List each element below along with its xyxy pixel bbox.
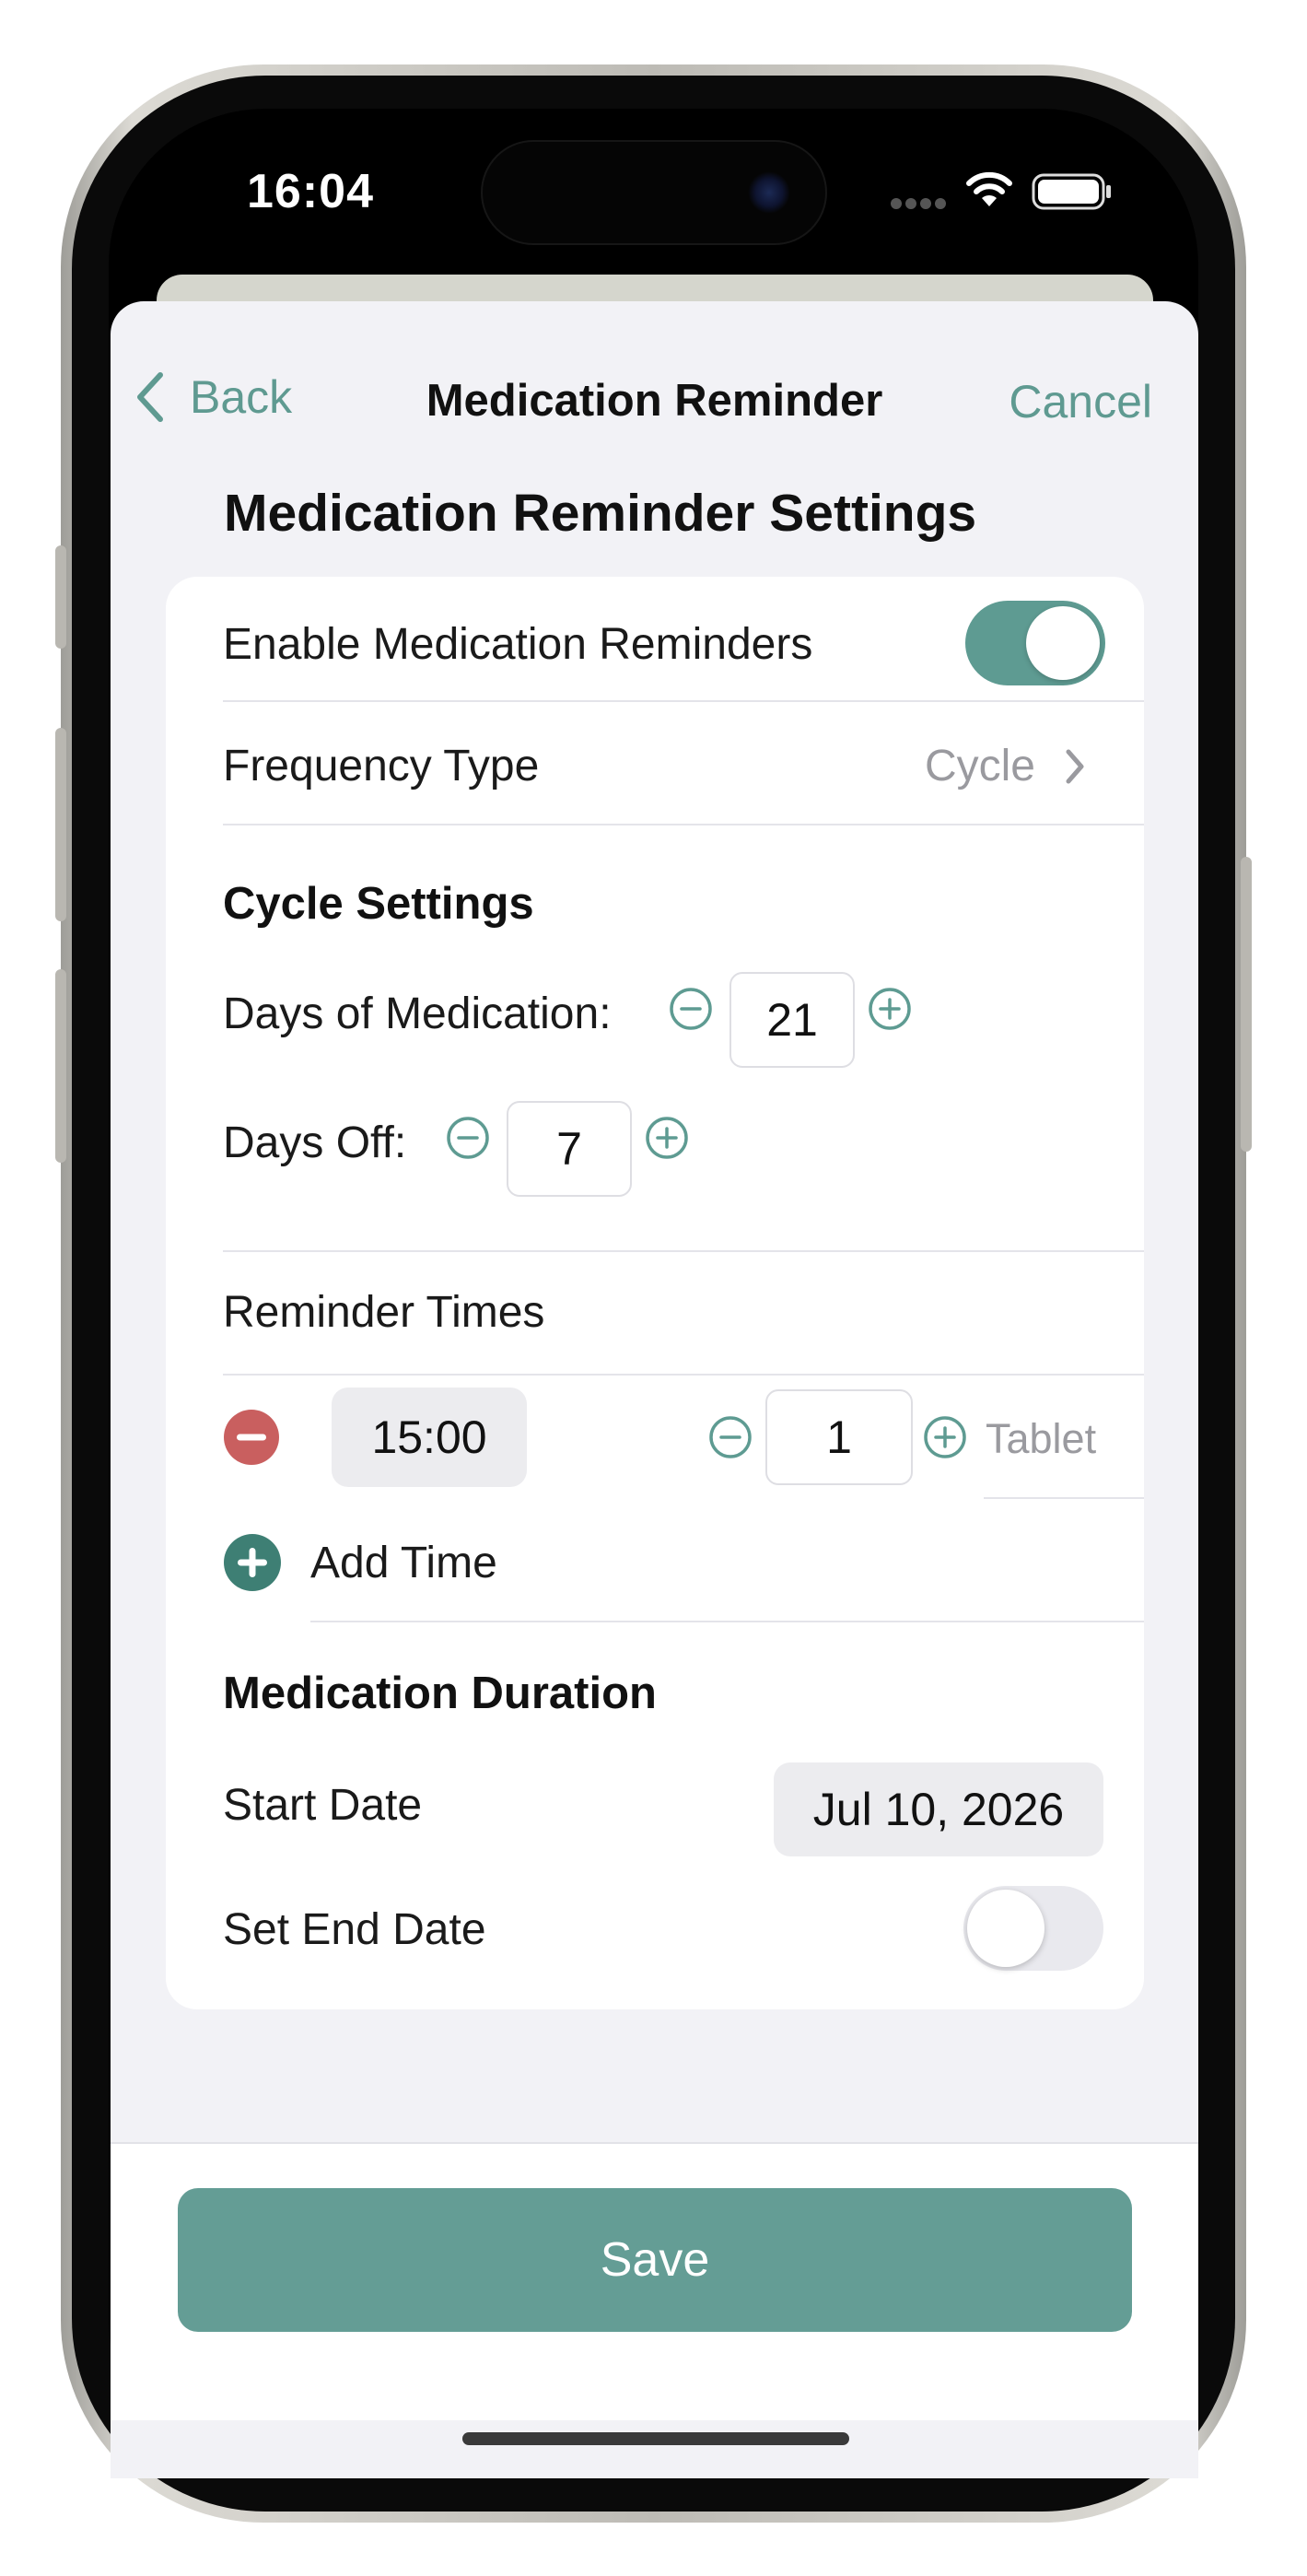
divider [984,1497,1144,1499]
volume-down-button [55,969,66,1163]
set-end-date-label: Set End Date [223,1905,486,1954]
cancel-button[interactable]: Cancel [1009,375,1152,428]
status-time: 16:04 [247,165,374,218]
divider [223,1250,1144,1252]
reminder-time-picker[interactable]: 15:00 [332,1388,527,1487]
add-time-button[interactable]: Add Time [224,1533,497,1592]
enable-reminders-label: Enable Medication Reminders [223,620,813,669]
add-time-label: Add Time [310,1538,497,1587]
enable-reminders-toggle[interactable] [965,601,1105,685]
chevron-right-icon [1066,749,1084,784]
divider [223,1374,1144,1376]
volume-up-button [55,728,66,921]
days-off-field[interactable]: 7 [507,1101,632,1197]
camera-icon [748,171,790,214]
decrease-dose-button[interactable] [708,1415,753,1459]
frequency-type-value: Cycle [924,742,1035,790]
increase-days-medication-button[interactable] [868,987,912,1031]
medication-duration-heading: Medication Duration [223,1669,657,1718]
divider [223,824,1144,825]
days-of-medication-field[interactable]: 21 [729,972,855,1068]
settings-card: Enable Medication Reminders Frequency Ty… [166,577,1144,2009]
divider [310,1621,1144,1622]
days-of-medication-label: Days of Medication: [223,989,612,1038]
cycle-settings-heading: Cycle Settings [223,879,534,929]
decrease-days-medication-button[interactable] [669,987,713,1031]
frequency-type-row[interactable]: Frequency Type Cycle [166,702,1144,824]
days-off-label: Days Off: [223,1118,407,1167]
signal-dots-icon [891,198,946,209]
action-button [55,545,66,649]
home-indicator [462,2432,849,2445]
decrease-days-off-button[interactable] [446,1116,490,1160]
wifi-icon [966,171,1012,206]
toggle-knob [1026,606,1100,680]
dose-field[interactable]: 1 [765,1389,913,1485]
start-date-label: Start Date [223,1781,423,1830]
set-end-date-toggle[interactable] [963,1886,1103,1971]
reminder-times-label: Reminder Times [223,1288,545,1337]
plus-circle-icon [224,1534,281,1591]
increase-days-off-button[interactable] [645,1116,689,1160]
increase-dose-button[interactable] [923,1415,967,1459]
start-date-picker[interactable]: Jul 10, 2026 [774,1762,1103,1856]
frequency-type-label: Frequency Type [223,742,540,790]
power-button [1241,857,1252,1152]
save-button[interactable]: Save [178,2188,1132,2332]
toggle-knob [967,1890,1044,1967]
page-heading: Medication Reminder Settings [224,484,977,543]
battery-icon [1032,173,1111,210]
dose-unit-label: Tablet [986,1415,1097,1462]
remove-time-button[interactable] [224,1410,279,1465]
